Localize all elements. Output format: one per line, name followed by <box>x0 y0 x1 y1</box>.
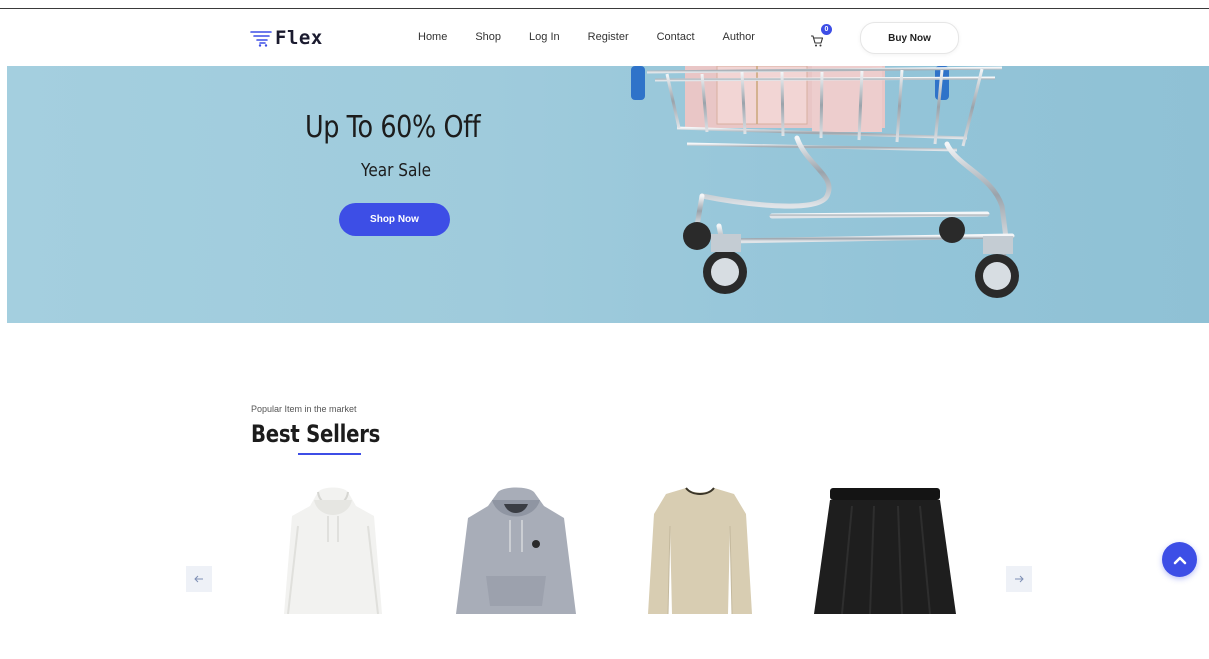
logo[interactable]: Flex <box>250 27 323 49</box>
grey-hoodie-image[interactable] <box>452 486 580 614</box>
cart-count-badge: 0 <box>821 24 832 35</box>
hero-subtitle: Year Sale <box>361 160 432 181</box>
scroll-to-top-button[interactable] <box>1162 542 1197 577</box>
carousel-next-button[interactable] <box>1006 566 1032 592</box>
section-title: Best Sellers <box>251 420 381 448</box>
arrow-left-icon <box>194 575 203 583</box>
black-skirt-image[interactable] <box>812 486 958 614</box>
beige-sweater-image[interactable] <box>646 486 754 614</box>
nav-login[interactable]: Log In <box>529 31 560 43</box>
title-underline <box>298 453 361 455</box>
shopping-cart-image <box>631 66 1019 298</box>
main-nav: Home Shop Log In Register Contact Author <box>418 31 783 43</box>
cart-icon <box>811 35 824 47</box>
site-header: Flex Home Shop Log In Register Contact A… <box>0 9 1209 66</box>
nav-register[interactable]: Register <box>588 31 629 43</box>
white-hoodie-image[interactable] <box>278 486 388 614</box>
logo-text: Flex <box>275 27 323 49</box>
carousel-prev-button[interactable] <box>186 566 212 592</box>
nav-contact[interactable]: Contact <box>657 31 695 43</box>
shop-now-button[interactable]: Shop Now <box>339 203 450 236</box>
section-eyebrow: Popular Item in the market <box>251 404 357 414</box>
cart-logo-icon <box>250 31 272 47</box>
nav-shop[interactable]: Shop <box>475 31 501 43</box>
hero-title: Up To 60% Off <box>305 110 481 145</box>
cart-button[interactable]: 0 <box>810 24 834 51</box>
hero-banner: Up To 60% Off Year Sale Shop Now <box>7 66 1209 323</box>
arrow-right-icon <box>1015 575 1024 583</box>
nav-author[interactable]: Author <box>723 31 755 43</box>
chevron-up-icon <box>1173 556 1186 564</box>
buy-now-button[interactable]: Buy Now <box>860 22 959 54</box>
nav-home[interactable]: Home <box>418 31 447 43</box>
